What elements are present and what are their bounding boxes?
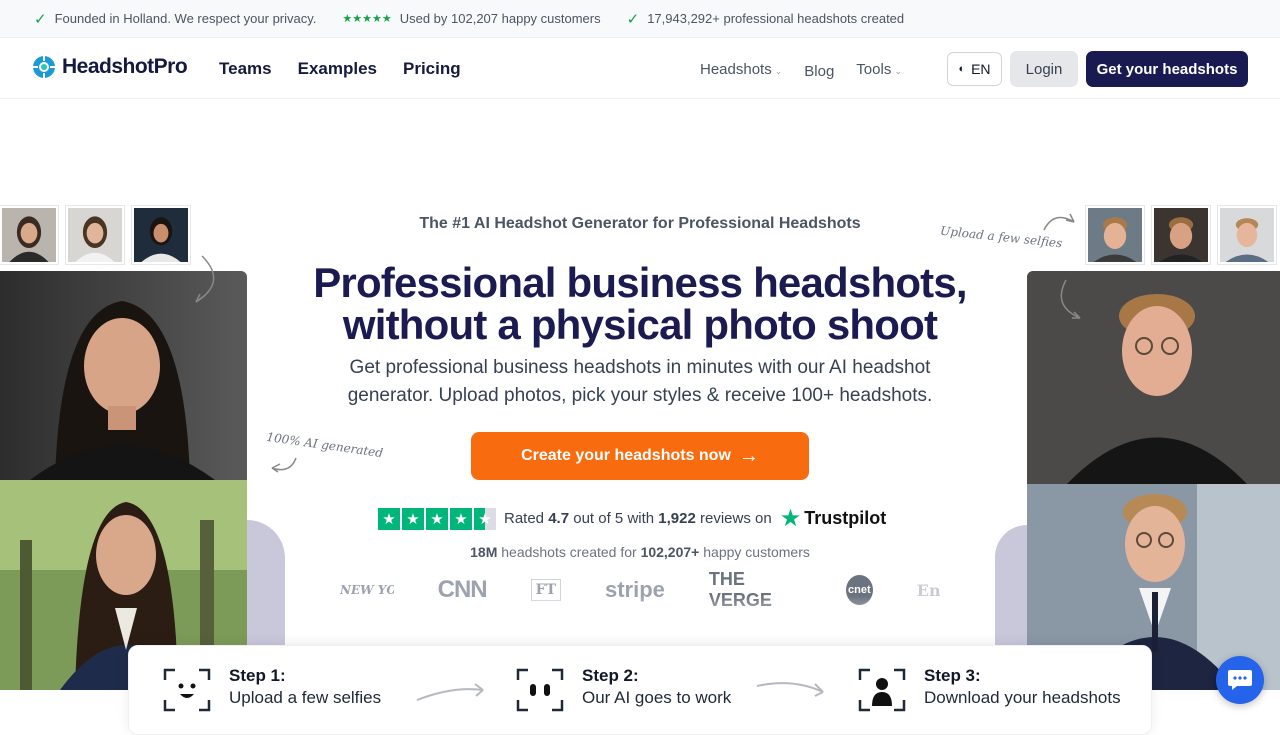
secondary-links: Headshots ⌄ Blog Tools ⌄ bbox=[700, 61, 902, 80]
download-headshot-icon bbox=[858, 668, 906, 712]
usage-stats: 18M headshots created for 102,207+ happy… bbox=[0, 544, 1280, 560]
trustpilot-logo: ★ Trustpilot bbox=[780, 504, 887, 533]
usage-mid: headshots created for bbox=[501, 544, 637, 560]
rating-score: 4.7 bbox=[548, 510, 570, 527]
hero-title-line-1: Professional business headshots, bbox=[313, 259, 967, 306]
decorative-panel-right bbox=[995, 525, 1027, 645]
trustpilot-name: Trustpilot bbox=[804, 508, 887, 528]
hero-subtitle: Get professional business headshots in m… bbox=[347, 357, 933, 406]
step-2-title: Step 2: bbox=[582, 666, 639, 685]
primary-links: Teams Examples Pricing bbox=[219, 59, 461, 79]
headshot-count: 18M bbox=[470, 544, 498, 560]
chat-bubble-icon bbox=[1228, 670, 1252, 690]
arrow-right-icon: → bbox=[738, 444, 759, 467]
nav-link-blog[interactable]: Blog bbox=[804, 63, 834, 80]
hero-eyebrow: The #1 AI Headshot Generator for Profess… bbox=[419, 215, 861, 232]
customer-count: 102,207+ bbox=[640, 544, 700, 560]
brand-name: HeadshotPro bbox=[62, 55, 188, 78]
selfie-camera-icon bbox=[163, 668, 211, 712]
hero-title-line-2: without a physical photo shoot bbox=[342, 301, 938, 348]
globe-icon: ◐ bbox=[958, 63, 966, 75]
brand-logo[interactable]: HeadshotPro bbox=[32, 55, 188, 79]
rating-suffix: reviews on bbox=[700, 510, 772, 527]
usage-suffix: happy customers bbox=[703, 544, 810, 560]
trustpilot-rating[interactable]: ★ ★ ★ ★ ★ Rated 4.7 out of 5 with 1,922 revi… bbox=[378, 504, 886, 533]
nav-link-examples[interactable]: Examples bbox=[298, 59, 377, 79]
chat-widget-button[interactable] bbox=[1216, 656, 1264, 704]
rating-prefix: Rated bbox=[504, 510, 545, 527]
step-2-desc: Our AI goes to work bbox=[582, 688, 732, 707]
nav-link-pricing[interactable]: Pricing bbox=[403, 59, 461, 79]
check-icon: ✓ bbox=[626, 10, 640, 28]
logo-icon bbox=[33, 56, 55, 78]
step-3-title: Step 3: bbox=[924, 666, 981, 685]
tools-label: Tools bbox=[856, 61, 892, 78]
language-selector[interactable]: ◐ EN bbox=[947, 52, 1002, 86]
trustpilot-star-icon: ★ bbox=[779, 505, 802, 532]
headshots-note: ✓ 17,943,292+ professional headshots cre… bbox=[627, 10, 905, 28]
step-2: Step 2: Our AI goes to work bbox=[516, 666, 731, 714]
step-3: Step 3: Download your headshots bbox=[858, 666, 1121, 714]
rating-mid: out of 5 with bbox=[573, 510, 655, 527]
press-logo-nypost: NEW YORK POST bbox=[340, 583, 394, 597]
headshots-text: 17,943,292+ professional headshots creat… bbox=[647, 11, 905, 26]
nav-link-teams[interactable]: Teams bbox=[219, 59, 272, 79]
trustpilot-stars-icon: ★ ★ ★ ★ ★ bbox=[378, 507, 496, 530]
create-headshots-button[interactable]: Create your headshots now → bbox=[471, 432, 809, 480]
check-icon: ✓ bbox=[34, 10, 47, 28]
chevron-down-icon: ⌄ bbox=[774, 66, 783, 76]
get-headshots-button[interactable]: Get your headshots bbox=[1086, 51, 1248, 87]
steps-panel: Step 1: Upload a few selfies Step 2: Our… bbox=[128, 645, 1152, 735]
nav-dropdown-tools[interactable]: Tools ⌄ bbox=[856, 61, 902, 80]
squiggle-arrow-icon bbox=[416, 683, 484, 701]
create-headshots-label: Create your headshots now bbox=[521, 447, 731, 464]
squiggle-arrow-icon bbox=[756, 682, 824, 697]
step-1: Step 1: Upload a few selfies bbox=[163, 666, 381, 714]
nav-dropdown-headshots[interactable]: Headshots ⌄ bbox=[700, 61, 782, 80]
step-3-desc: Download your headshots bbox=[924, 688, 1121, 707]
customers-note: ★★★★★ Used by 102,207 happy customers bbox=[342, 11, 600, 26]
step-1-desc: Upload a few selfies bbox=[229, 688, 382, 707]
top-info-bar: ✓ Founded in Holland. We respect your pr… bbox=[0, 0, 1280, 38]
decorative-panel-left bbox=[247, 520, 285, 645]
customers-text: Used by 102,207 happy customers bbox=[399, 11, 601, 26]
rating-stars-icon: ★★★★★ bbox=[342, 13, 392, 25]
step-1-title: Step 1: bbox=[229, 666, 286, 685]
main-navigation: HeadshotPro Teams Examples Pricing Heads… bbox=[0, 39, 1280, 99]
ai-processing-icon bbox=[516, 668, 564, 712]
chevron-down-icon: ⌄ bbox=[894, 66, 902, 76]
press-fade-overlay bbox=[285, 596, 995, 646]
language-code: EN bbox=[971, 61, 991, 77]
privacy-note: ✓ Founded in Holland. We respect your pr… bbox=[34, 10, 316, 28]
login-button[interactable]: Login bbox=[1010, 51, 1078, 87]
curved-arrow-icon bbox=[271, 457, 297, 473]
privacy-text: Founded in Holland. We respect your priv… bbox=[54, 11, 317, 26]
rating-text: Rated 4.7 out of 5 with 1,922 reviews on bbox=[504, 510, 772, 527]
review-count: 1,922 bbox=[658, 510, 696, 527]
headshots-label: Headshots bbox=[700, 61, 772, 78]
hero-title: Professional business headshots, without… bbox=[0, 262, 1280, 346]
